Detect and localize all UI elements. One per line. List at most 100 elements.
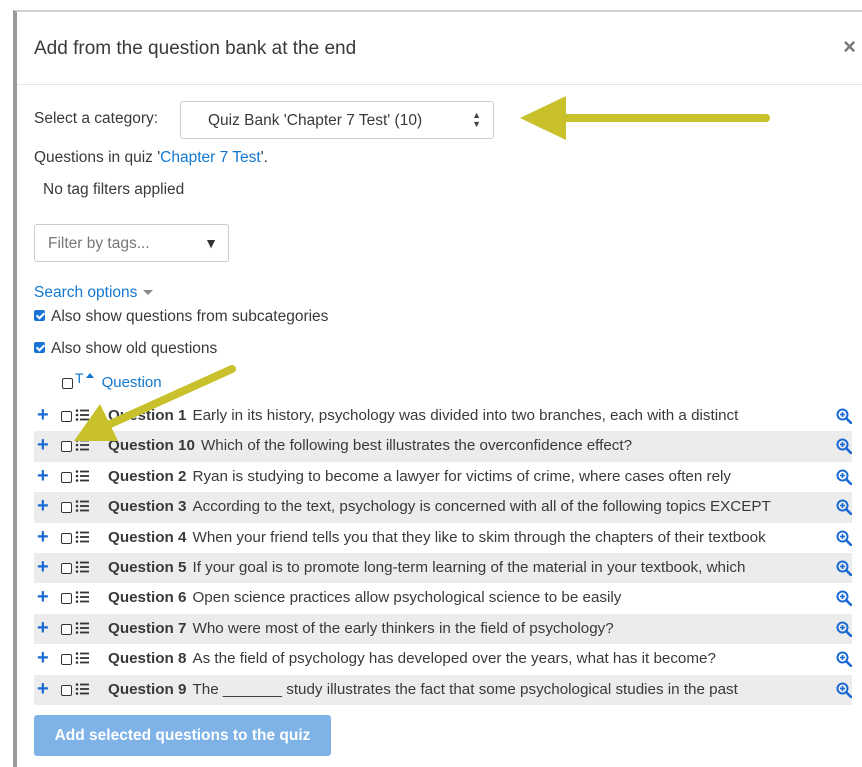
add-question-icon[interactable]: + <box>37 679 49 699</box>
question-checkbox[interactable] <box>61 562 72 574</box>
table-row: + Question 4 When your friend tells you th… <box>34 523 852 553</box>
question-table: + Question 1 Early in its history, psychol… <box>34 401 852 705</box>
question-text: If your goal is to promote long-term lea… <box>192 558 746 576</box>
select-arrows-icon: ▲ ▼ <box>472 110 481 129</box>
question-checkbox[interactable] <box>61 471 72 483</box>
modal-title: Add from the question bank at the end <box>34 38 357 59</box>
preview-zoom-icon[interactable] <box>836 560 852 577</box>
question-checkbox[interactable] <box>61 654 72 666</box>
type-column-sort[interactable]: T <box>75 370 84 386</box>
question-checkbox[interactable] <box>61 441 72 453</box>
table-row: + Question 7 Who were most of the early th… <box>34 613 852 645</box>
multichoice-type-icon <box>75 438 89 452</box>
add-question-icon[interactable]: + <box>37 527 49 547</box>
table-row: + Question 1 Early in its history, psychol… <box>34 401 852 431</box>
multichoice-type-icon <box>75 560 89 574</box>
question-text-cell: Question 2 Ryan is studying to become a l… <box>108 468 830 485</box>
tag-filter-dropdown[interactable]: Filter by tags... ▼ <box>34 224 229 262</box>
multichoice-type-icon <box>75 590 89 604</box>
question-text-cell: Question 1 Early in its history, psycholo… <box>108 407 830 424</box>
preview-zoom-icon[interactable] <box>836 438 852 455</box>
add-question-icon[interactable]: + <box>37 435 49 455</box>
preview-zoom-icon[interactable] <box>836 651 852 668</box>
table-row: + Question 6 Open science practices allow … <box>34 583 852 613</box>
question-name: Question 9 <box>108 680 187 698</box>
table-header: T Question <box>62 370 162 391</box>
question-name: Question 6 <box>108 589 187 607</box>
preview-zoom-icon[interactable] <box>836 408 852 425</box>
question-text: As the field of psychology has developed… <box>192 650 716 668</box>
question-checkbox[interactable] <box>61 684 72 696</box>
table-row: + Question 5 If your goal is to promote lo… <box>34 552 852 584</box>
question-name: Question 1 <box>108 407 187 424</box>
multichoice-type-icon <box>75 408 89 422</box>
table-row: + Question 9 The _______ study illustrates… <box>34 674 852 705</box>
subcategories-option[interactable]: Also show questions from subcategories <box>34 308 328 326</box>
quiz-info-suffix: '. <box>260 149 268 166</box>
dropdown-caret-icon: ▼ <box>204 235 218 251</box>
table-row: + Question 8 As the field of psychology ha… <box>34 644 852 674</box>
question-text-cell: Question 8 As the field of psychology has… <box>108 650 830 667</box>
table-row: + Question 10 Which of the following best … <box>34 431 852 462</box>
preview-zoom-icon[interactable] <box>836 590 852 607</box>
multichoice-type-icon <box>75 621 89 635</box>
question-text: Who were most of the early thinkers in t… <box>192 619 614 637</box>
add-question-icon[interactable]: + <box>37 405 49 425</box>
category-selected-value: Quiz Bank 'Chapter 7 Test' (10) <box>208 112 423 129</box>
tag-filter-status: No tag filters applied <box>43 181 185 198</box>
multichoice-type-icon <box>75 499 89 513</box>
search-options-label: Search options <box>34 284 138 301</box>
question-text: Early in its history, psychology was div… <box>192 407 739 424</box>
multichoice-type-icon <box>75 682 89 696</box>
question-text-cell: Question 9 The _______ study illustrates … <box>108 681 830 698</box>
preview-zoom-icon[interactable] <box>836 469 852 486</box>
add-selected-button[interactable]: Add selected questions to the quiz <box>34 715 331 756</box>
add-question-icon[interactable]: + <box>37 618 49 638</box>
question-text: Ryan is studying to become a lawyer for … <box>192 467 732 485</box>
multichoice-type-icon <box>75 530 89 544</box>
question-text-cell: Question 7 Who were most of the early thi… <box>108 620 830 637</box>
multichoice-type-icon <box>75 469 89 483</box>
question-checkbox[interactable] <box>61 532 72 544</box>
question-name: Question 8 <box>108 650 187 668</box>
close-icon[interactable]: × <box>843 36 856 58</box>
quiz-info: Questions in quiz 'Chapter 7 Test'. <box>34 149 268 167</box>
select-all-checkbox[interactable] <box>62 377 73 389</box>
question-name: Question 2 <box>108 467 187 485</box>
old-questions-label: Also show old questions <box>51 340 218 357</box>
multichoice-type-icon <box>75 651 89 665</box>
quiz-info-prefix: Questions in quiz ' <box>34 149 161 166</box>
question-text: When your friend tells you that they lik… <box>192 528 766 546</box>
question-text-cell: Question 3 According to the text, psychol… <box>108 498 830 515</box>
old-questions-option[interactable]: Also show old questions <box>34 340 217 358</box>
category-select[interactable]: Quiz Bank 'Chapter 7 Test' (10) ▲ ▼ <box>180 101 494 139</box>
add-question-icon[interactable]: + <box>37 587 49 607</box>
add-question-icon[interactable]: + <box>37 466 49 486</box>
question-checkbox[interactable] <box>61 411 72 422</box>
question-checkbox[interactable] <box>61 502 72 514</box>
question-name: Question 10 <box>108 437 195 455</box>
search-options-toggle[interactable]: Search options <box>34 284 154 302</box>
question-text: Which of the following best illustrates … <box>200 437 633 455</box>
question-text-cell: Question 6 Open science practices allow p… <box>108 589 830 606</box>
old-questions-checkbox[interactable] <box>34 341 45 353</box>
quiz-link[interactable]: Chapter 7 Test <box>160 149 261 166</box>
preview-zoom-icon[interactable] <box>836 621 852 638</box>
question-checkbox[interactable] <box>61 623 72 635</box>
question-text: Open science practices allow psychologic… <box>192 589 622 607</box>
preview-zoom-icon[interactable] <box>836 499 852 516</box>
preview-zoom-icon[interactable] <box>836 682 852 698</box>
question-text-cell: Question 10 Which of the following best i… <box>108 437 830 454</box>
question-text: The _______ study illustrates the fact t… <box>192 680 738 698</box>
tag-filter-placeholder: Filter by tags... <box>48 235 150 252</box>
question-column-sort[interactable]: Question <box>102 374 162 391</box>
question-checkbox[interactable] <box>61 593 72 605</box>
subcategories-checkbox[interactable] <box>34 309 45 321</box>
add-question-icon[interactable]: + <box>37 496 49 516</box>
question-name: Question 3 <box>108 498 187 516</box>
question-text: According to the text, psychology is con… <box>192 498 771 516</box>
table-row: + Question 3 According to the text, psycho… <box>34 492 852 523</box>
add-question-icon[interactable]: + <box>37 557 49 577</box>
add-question-icon[interactable]: + <box>37 648 49 668</box>
preview-zoom-icon[interactable] <box>836 530 852 546</box>
